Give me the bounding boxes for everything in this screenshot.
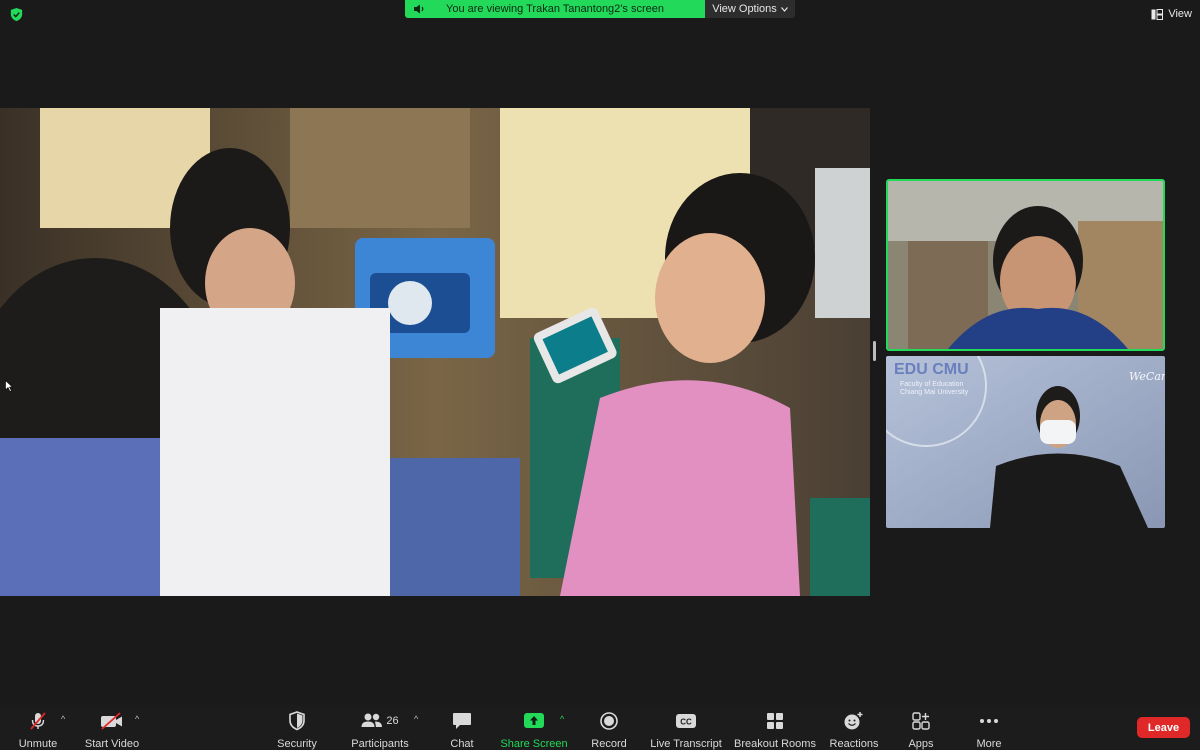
screen-share-banner: You are viewing Trakan Tanantong2's scre…: [405, 0, 795, 18]
shield-icon: [289, 711, 305, 731]
cc-icon: CC: [676, 714, 696, 728]
record-icon: [600, 712, 618, 730]
audio-options-caret[interactable]: ^: [61, 714, 65, 724]
reactions-button[interactable]: Reactions: [829, 705, 879, 750]
record-label: Record: [591, 738, 627, 750]
banner-text: You are viewing Trakan Tanantong2's scre…: [446, 3, 664, 15]
participant-video-1[interactable]: [886, 179, 1165, 351]
breakout-rooms-label: Breakout Rooms: [734, 738, 816, 750]
video-off-icon: [101, 712, 122, 730]
brand-text: WeCan: [1129, 370, 1165, 383]
start-video-label: Start Video: [84, 738, 140, 750]
live-transcript-label: Live Transcript: [650, 738, 722, 750]
chevron-down-icon: [780, 6, 788, 12]
apps-icon: [912, 712, 930, 730]
participants-label: Participants: [351, 738, 409, 750]
logo-sub2: Chiang Mai University: [900, 389, 969, 396]
logo-sub1: Faculty of Education: [900, 381, 964, 388]
view-grid-icon: [1151, 8, 1164, 20]
participants-icon: [361, 713, 383, 727]
speaker-icon: [414, 4, 424, 14]
more-dots-icon: [980, 719, 998, 723]
participant-count: 26: [386, 715, 399, 727]
chat-icon: [453, 713, 471, 729]
unmute-label: Unmute: [18, 738, 58, 750]
video-options-caret[interactable]: ^: [135, 714, 139, 724]
unmute-button[interactable]: Unmute: [14, 705, 62, 750]
mouse-cursor-icon: [5, 380, 13, 392]
breakout-rooms-button[interactable]: Breakout Rooms: [734, 705, 816, 750]
apps-label: Apps: [908, 738, 934, 750]
meeting-toolbar: Unmute ^ Start Video ^ Security 26 Parti…: [0, 705, 1200, 750]
share-up-arrow-icon: [524, 713, 544, 728]
chat-label: Chat: [450, 738, 474, 750]
svg-text:CC: CC: [680, 718, 692, 727]
reaction-smile-icon: [844, 712, 863, 730]
view-label: View: [1168, 8, 1192, 20]
mic-muted-icon: [30, 712, 46, 730]
participants-caret[interactable]: ^: [414, 714, 418, 724]
share-screen-button[interactable]: Share Screen: [500, 705, 568, 750]
participant-video-2[interactable]: EDU CMU Faculty of Education Chiang Mai …: [886, 356, 1165, 528]
shared-screen-video[interactable]: [0, 108, 870, 596]
more-button[interactable]: More: [973, 705, 1005, 750]
leave-button[interactable]: Leave: [1137, 717, 1190, 738]
panel-resize-handle[interactable]: [873, 341, 876, 361]
reactions-label: Reactions: [829, 738, 879, 750]
share-screen-label: Share Screen: [500, 738, 568, 750]
record-button[interactable]: Record: [588, 705, 630, 750]
view-options-label: View Options: [712, 3, 777, 15]
apps-button[interactable]: Apps: [905, 705, 937, 750]
live-transcript-button[interactable]: CC Live Transcript: [650, 705, 722, 750]
view-button[interactable]: View: [1151, 5, 1192, 23]
security-label: Security: [277, 738, 317, 750]
participants-button[interactable]: 26 Participants: [347, 705, 413, 750]
security-button[interactable]: Security: [275, 705, 319, 750]
share-options-caret[interactable]: ^: [560, 714, 564, 724]
view-options-button[interactable]: View Options: [705, 0, 795, 18]
more-label: More: [976, 738, 1002, 750]
start-video-button[interactable]: Start Video: [82, 705, 142, 750]
chat-button[interactable]: Chat: [446, 705, 478, 750]
breakout-grid-icon: [767, 713, 783, 729]
shield-check-icon[interactable]: [9, 7, 24, 22]
logo-text: EDU CMU: [894, 361, 969, 378]
